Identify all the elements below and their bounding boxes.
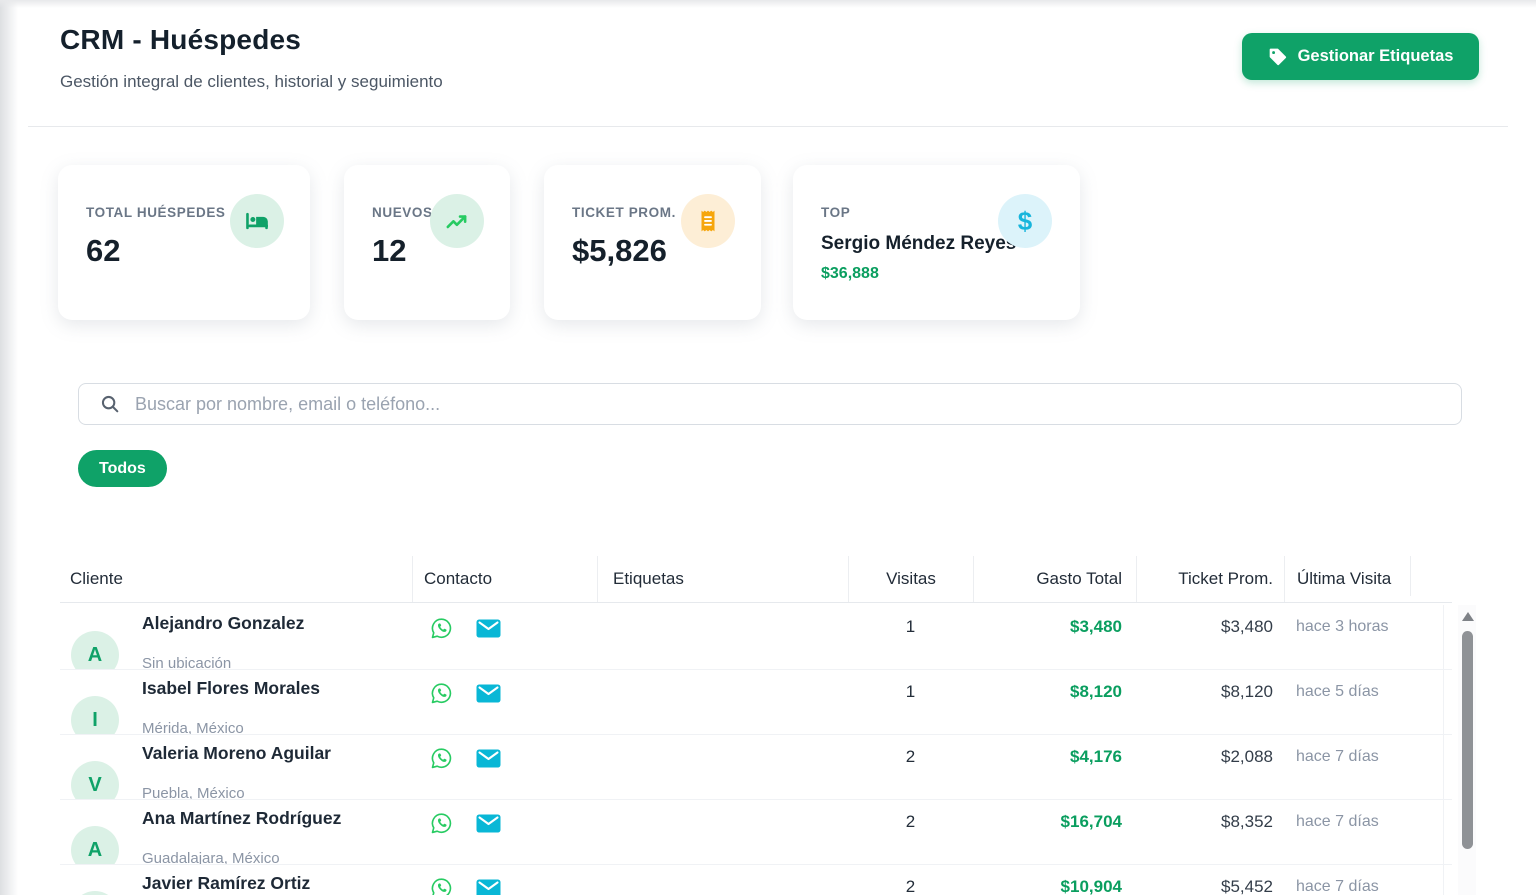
guest-visits: 1 xyxy=(848,682,973,702)
stat-label: TOTAL HUÉSPEDES xyxy=(86,205,226,220)
dollar-icon: $ xyxy=(998,194,1052,248)
guest-row[interactable]: I Isabel Flores Morales Mérida, México 1… xyxy=(60,670,1452,735)
guest-location: Sin ubicación xyxy=(142,655,231,670)
manage-tags-label: Gestionar Etiquetas xyxy=(1298,47,1454,66)
tag-icon xyxy=(1268,47,1288,67)
whatsapp-icon[interactable] xyxy=(430,812,453,835)
column-header-visitas: Visitas xyxy=(848,556,973,602)
stat-label: NUEVOS xyxy=(372,205,433,220)
guest-avg-ticket: $3,480 xyxy=(1136,617,1273,637)
stat-card-avg-ticket: TICKET PROM. $5,826 xyxy=(544,165,761,320)
header-end-separator xyxy=(1410,556,1411,596)
whatsapp-icon[interactable] xyxy=(430,877,453,895)
column-header-ultima-visita: Última Visita xyxy=(1284,556,1410,602)
guest-name: Valeria Moreno Aguilar xyxy=(142,743,331,764)
guest-row[interactable]: A Alejandro Gonzalez Sin ubicación 1 $3,… xyxy=(60,605,1452,670)
guest-visits: 1 xyxy=(848,617,973,637)
page-left-edge xyxy=(0,0,18,895)
whatsapp-icon[interactable] xyxy=(430,747,453,770)
guest-location: Mérida, México xyxy=(142,720,244,735)
guest-total-spend: $3,480 xyxy=(973,617,1122,637)
page-top-edge xyxy=(0,0,1536,8)
whatsapp-icon[interactable] xyxy=(430,617,453,640)
guest-avg-ticket: $8,352 xyxy=(1136,812,1273,832)
page-title: CRM - Huéspedes xyxy=(60,24,301,56)
guest-last-visit: hace 7 días xyxy=(1296,813,1379,831)
email-icon[interactable] xyxy=(476,879,501,895)
email-icon[interactable] xyxy=(476,684,501,703)
stat-label: TICKET PROM. xyxy=(572,205,676,220)
search-bar xyxy=(78,383,1462,425)
search-input[interactable] xyxy=(121,394,1461,415)
guest-last-visit: hace 7 días xyxy=(1296,748,1379,766)
scrollbar-thumb[interactable] xyxy=(1462,631,1473,849)
avatar: A xyxy=(71,826,119,865)
header-bottom-border xyxy=(60,602,1452,603)
guest-total-spend: $16,704 xyxy=(973,812,1122,832)
guest-total-spend: $8,120 xyxy=(973,682,1122,702)
header-divider xyxy=(28,126,1508,127)
receipt-icon xyxy=(681,194,735,248)
guest-avg-ticket: $5,452 xyxy=(1136,877,1273,895)
email-icon[interactable] xyxy=(476,814,501,833)
guest-location: Guadalajara, México xyxy=(142,850,280,865)
guest-name: Alejandro Gonzalez xyxy=(142,613,304,634)
guest-total-spend: $10,904 xyxy=(973,877,1122,895)
guest-row[interactable]: V Valeria Moreno Aguilar Puebla, México … xyxy=(60,735,1452,800)
guest-row[interactable]: J Javier Ramírez Ortiz 2 $10,904 $5,452 … xyxy=(60,865,1452,895)
column-header-contacto: Contacto xyxy=(412,556,597,602)
filter-all-button[interactable]: Todos xyxy=(78,450,167,487)
stat-card-total-guests: TOTAL HUÉSPEDES 62 xyxy=(58,165,310,320)
crm-guests-page: CRM - Huéspedes Gestión integral de clie… xyxy=(0,0,1536,895)
column-header-gasto-total: Gasto Total xyxy=(973,556,1136,602)
avatar: J xyxy=(71,891,119,895)
scrollbar-up-arrow-icon[interactable] xyxy=(1462,612,1474,621)
guest-total-spend: $4,176 xyxy=(973,747,1122,767)
guest-avg-ticket: $2,088 xyxy=(1136,747,1273,767)
guest-visits: 2 xyxy=(848,747,973,767)
column-header-cliente: Cliente xyxy=(60,556,412,602)
stat-label: TOP xyxy=(821,205,850,220)
manage-tags-button[interactable]: Gestionar Etiquetas xyxy=(1242,33,1479,80)
guest-name: Isabel Flores Morales xyxy=(142,678,320,699)
column-header-ticket-prom: Ticket Prom. xyxy=(1136,556,1284,602)
guest-row[interactable]: A Ana Martínez Rodríguez Guadalajara, Mé… xyxy=(60,800,1452,865)
guest-visits: 2 xyxy=(848,877,973,895)
top-guest-name: Sergio Méndez Reyes xyxy=(821,233,1016,255)
table-right-border xyxy=(1443,605,1444,895)
guest-name: Javier Ramírez Ortiz xyxy=(142,873,310,894)
guest-last-visit: hace 5 días xyxy=(1296,683,1379,701)
page-subtitle: Gestión integral de clientes, historial … xyxy=(60,72,443,92)
avatar: V xyxy=(71,761,119,800)
trending-up-icon xyxy=(430,194,484,248)
guest-avg-ticket: $8,120 xyxy=(1136,682,1273,702)
guest-visits: 2 xyxy=(848,812,973,832)
avatar: I xyxy=(71,696,119,735)
email-icon[interactable] xyxy=(476,619,501,638)
column-header-etiquetas: Etiquetas xyxy=(597,556,848,602)
stat-value: $5,826 xyxy=(572,233,667,269)
whatsapp-icon[interactable] xyxy=(430,682,453,705)
stat-card-new-guests: NUEVOS 12 xyxy=(344,165,510,320)
guest-location: Puebla, México xyxy=(142,785,245,800)
stat-card-top-guest: TOP Sergio Méndez Reyes $36,888 $ xyxy=(793,165,1080,320)
search-icon xyxy=(99,393,121,415)
stat-value: 12 xyxy=(372,233,406,269)
email-icon[interactable] xyxy=(476,749,501,768)
guest-last-visit: hace 3 horas xyxy=(1296,618,1389,636)
stat-value: 62 xyxy=(86,233,120,269)
top-guest-total: $36,888 xyxy=(821,265,879,283)
guest-name: Ana Martínez Rodríguez xyxy=(142,808,341,829)
table-scrollbar xyxy=(1458,605,1476,895)
bed-icon xyxy=(230,194,284,248)
guest-last-visit: hace 7 días xyxy=(1296,878,1379,895)
avatar: A xyxy=(71,631,119,670)
